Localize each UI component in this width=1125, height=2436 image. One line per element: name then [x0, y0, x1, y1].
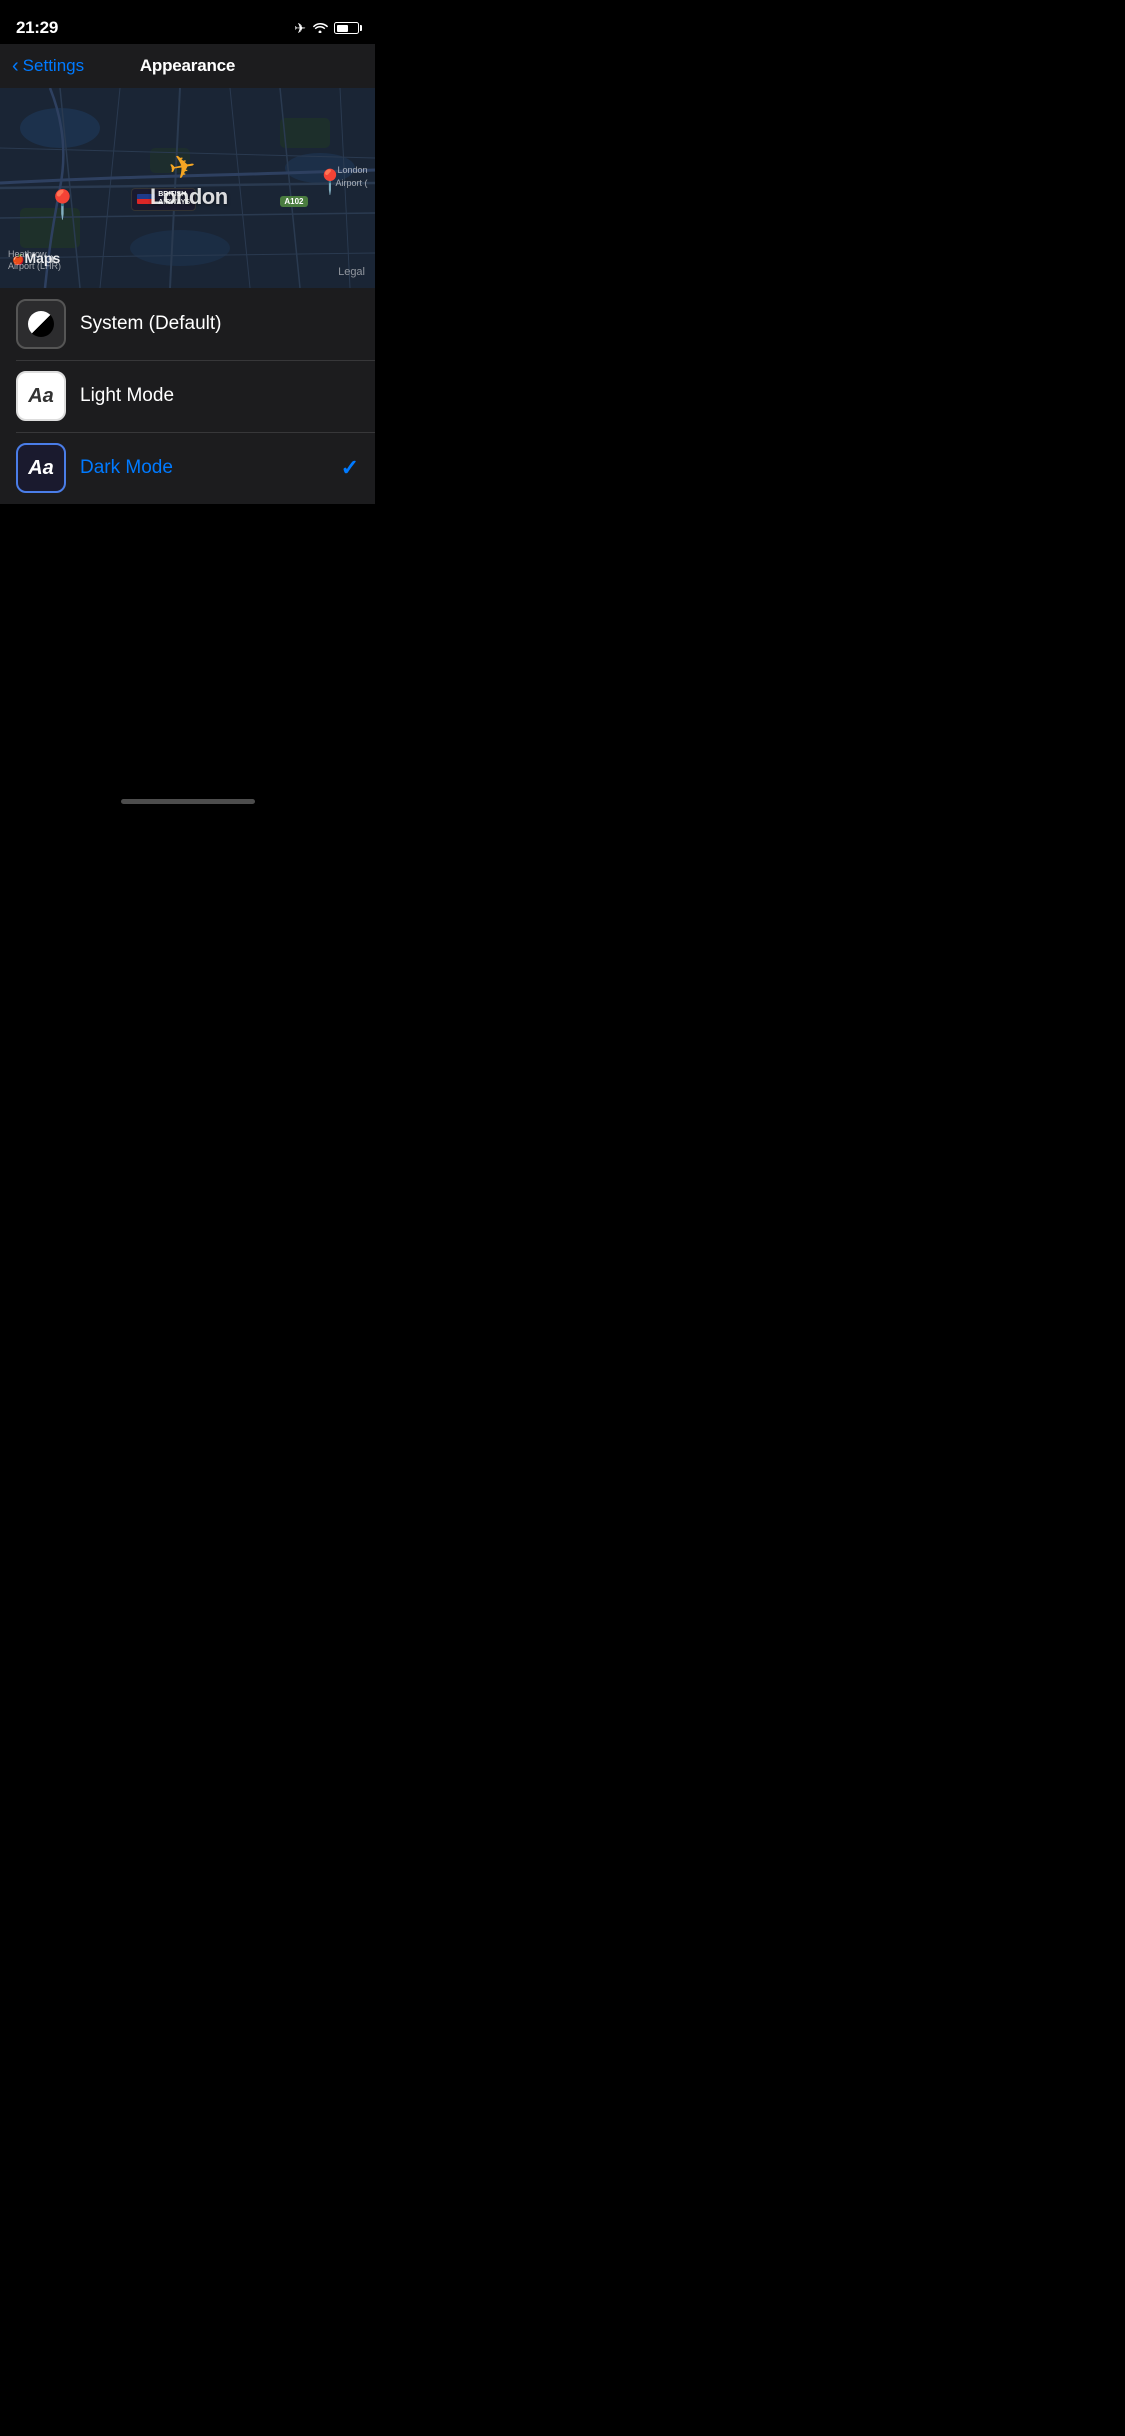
- map-legal-label: Legal: [338, 266, 365, 278]
- system-icon: [16, 299, 66, 349]
- bottom-area: [0, 654, 375, 812]
- back-label: Settings: [23, 56, 84, 76]
- status-time: 21:29: [16, 18, 58, 38]
- map-london-label: London: [150, 184, 228, 210]
- dark-mode-label: Dark Mode: [80, 457, 341, 479]
- map-preview: ✈ 📍 📍 BRITISH AIRWAYS London A102 London…: [0, 88, 375, 288]
- option-dark[interactable]: Aa Dark Mode ✓: [0, 432, 375, 504]
- empty-space: [0, 504, 375, 654]
- light-mode-icon: Aa: [16, 371, 66, 421]
- dark-mode-icon: Aa: [16, 443, 66, 493]
- map-a102-badge: A102: [280, 196, 307, 207]
- wifi-icon: [312, 21, 328, 36]
- home-indicator: [121, 799, 255, 804]
- system-icon-graphic: [28, 311, 54, 337]
- page-title: Appearance: [140, 56, 235, 76]
- light-mode-label: Light Mode: [80, 385, 359, 407]
- status-icons: ✈: [294, 20, 359, 37]
- option-system[interactable]: System (Default): [0, 288, 375, 360]
- system-label: System (Default): [80, 313, 359, 335]
- checkmark-icon: ✓: [341, 455, 359, 481]
- options-list: System (Default) Aa Light Mode Aa Dark M…: [0, 288, 375, 504]
- map-pin-heathrow: 📍: [45, 188, 80, 221]
- chevron-left-icon: ‹: [12, 56, 19, 76]
- battery-icon: [334, 22, 359, 34]
- nav-bar: ‹ Settings Appearance: [0, 44, 375, 88]
- airplane-mode-icon: ✈: [294, 20, 306, 37]
- back-button[interactable]: ‹ Settings: [12, 56, 84, 76]
- map-canvas: ✈ 📍 📍 BRITISH AIRWAYS London A102 London…: [0, 88, 375, 288]
- option-light[interactable]: Aa Light Mode: [0, 360, 375, 432]
- map-london-airport-label: LondonAirport (: [335, 164, 367, 189]
- map-small-plane-icon: ✈: [48, 253, 57, 266]
- status-bar: 21:29 ✈: [0, 0, 375, 44]
